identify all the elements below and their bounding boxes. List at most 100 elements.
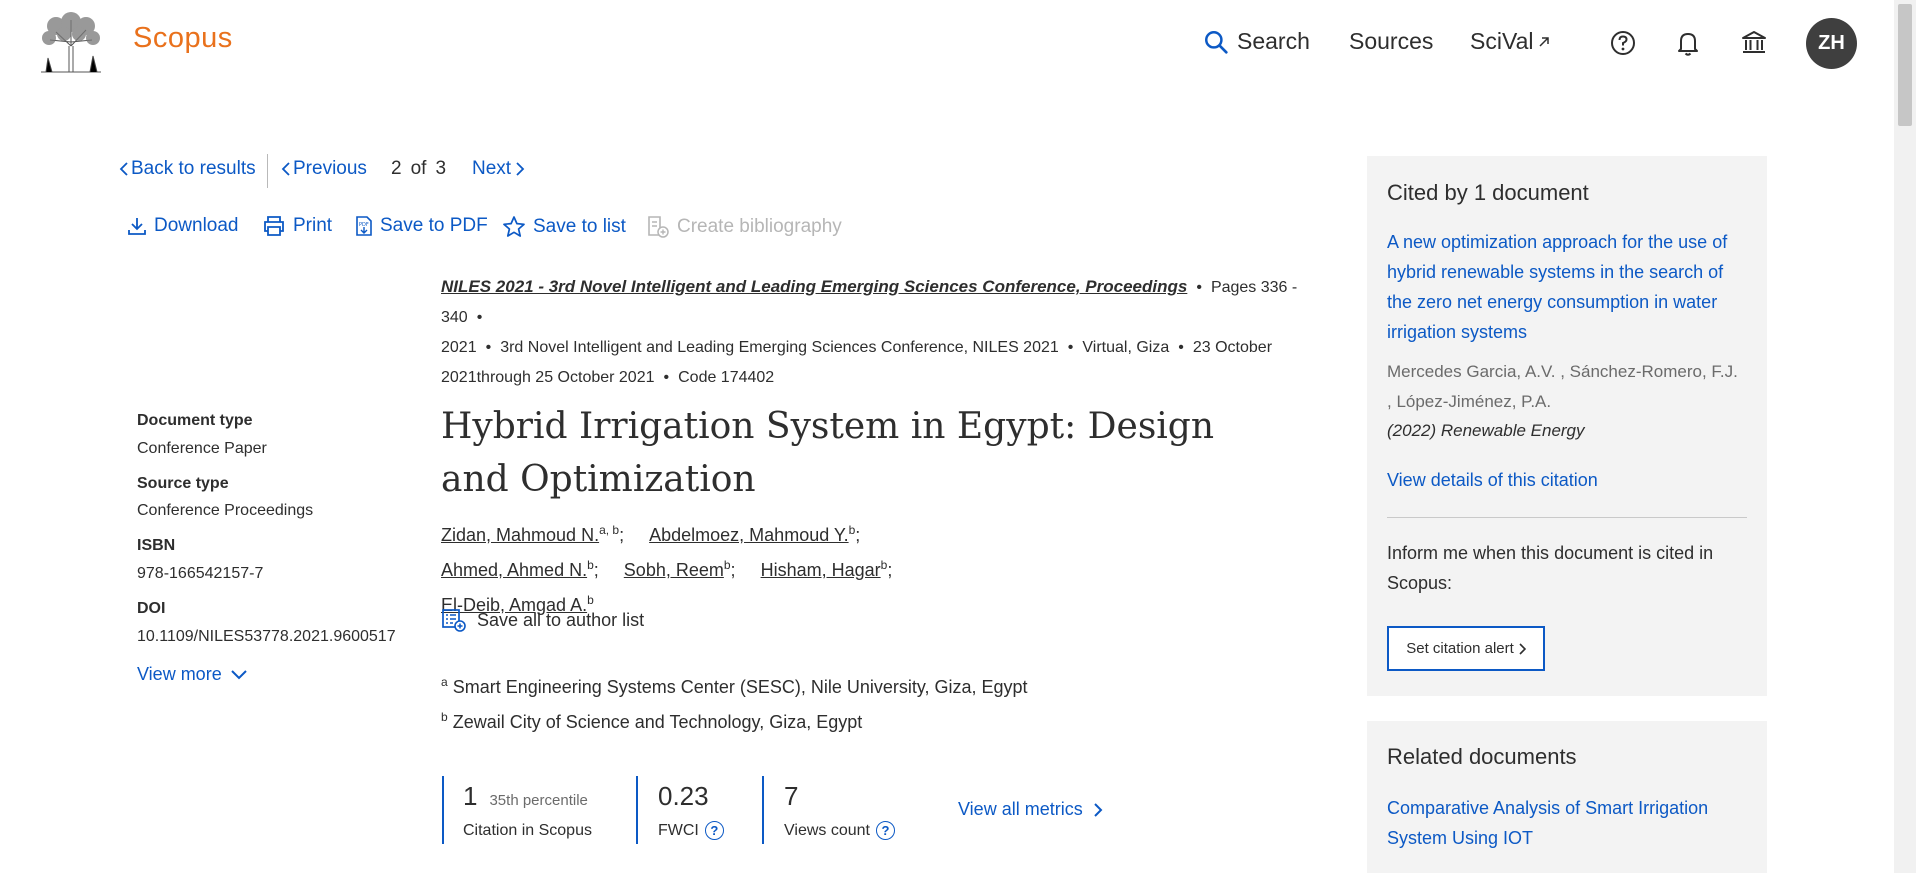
author-affiliation-sup: b xyxy=(587,593,594,607)
author-list-add-icon xyxy=(442,609,466,632)
bullet-separator: • xyxy=(1196,279,1202,296)
fwci-label: FWCI xyxy=(658,821,699,839)
chevron-right-icon xyxy=(516,162,525,176)
chevron-down-icon xyxy=(230,669,247,679)
citing-document-link[interactable]: A new optimization approach for the use … xyxy=(1387,227,1747,347)
institution-icon[interactable] xyxy=(1739,28,1769,58)
create-bibliography-button[interactable]: Create bibliography xyxy=(646,215,842,239)
metric-divider xyxy=(762,776,764,844)
download-button[interactable]: Download xyxy=(127,215,239,237)
next-link[interactable]: Next xyxy=(472,158,525,180)
author-affiliation-sup: b xyxy=(848,523,856,537)
save-to-pdf-label: Save to PDF xyxy=(380,215,488,236)
chevron-right-icon xyxy=(1519,642,1526,655)
pager-of: of xyxy=(410,158,427,179)
nav-scival-label: SciVal xyxy=(1470,28,1534,54)
view-all-metrics-link[interactable]: View all metrics xyxy=(958,799,1103,820)
print-label: Print xyxy=(293,215,333,236)
bullet-separator: • xyxy=(663,369,670,386)
affiliation-b: b Zewail City of Science and Technology,… xyxy=(441,710,862,733)
set-citation-alert-button[interactable]: Set citation alert xyxy=(1387,626,1545,671)
source-title-link[interactable]: NILES 2021 - 3rd Novel Intelligent and L… xyxy=(441,277,1187,296)
fwci-label-group: FWCI ? xyxy=(658,821,724,840)
metric-divider xyxy=(636,776,638,844)
fwci-value: 0.23 xyxy=(658,781,709,811)
previous-label: Previous xyxy=(293,158,367,179)
author-entry: Sobh, Reemb; xyxy=(623,558,736,580)
scopus-brand[interactable]: Scopus xyxy=(133,22,233,55)
printer-icon xyxy=(264,216,284,236)
affiliation-text: Smart Engineering Systems Center (SESC),… xyxy=(452,677,1028,697)
notification-bell-icon[interactable] xyxy=(1673,28,1703,58)
author-link[interactable]: Zidan, Mahmoud N. xyxy=(441,525,599,545)
source-type-value: Conference Proceedings xyxy=(137,502,314,519)
question-icon[interactable]: ? xyxy=(704,821,724,840)
save-to-pdf-button[interactable]: PDF Save to PDF xyxy=(355,215,488,237)
question-icon[interactable]: ? xyxy=(875,821,895,840)
source-code: Code 174402 xyxy=(678,369,775,386)
panel-divider xyxy=(1387,517,1747,518)
author-link[interactable]: Sobh, Reem xyxy=(624,560,724,580)
bullet-separator: • xyxy=(476,309,483,326)
author-link[interactable]: Abdelmoez, Mahmoud Y. xyxy=(649,525,848,545)
author-entry: Ahmed, Ahmed N.b; xyxy=(441,558,599,580)
view-all-metrics-label: View all metrics xyxy=(958,799,1083,819)
save-to-list-button[interactable]: Save to list xyxy=(502,215,626,239)
author-affiliation-sup: b xyxy=(880,558,888,572)
pager-total: 3 xyxy=(435,158,447,179)
document-type-label: Document type xyxy=(137,412,253,429)
bullet-separator: • xyxy=(1178,339,1184,356)
views-label-group: Views count ? xyxy=(784,821,895,840)
previous-link[interactable]: Previous xyxy=(281,158,367,180)
download-label: Download xyxy=(154,215,239,236)
related-documents-heading: Related documents xyxy=(1387,744,1577,769)
nav-scival[interactable]: SciVal xyxy=(1470,28,1551,55)
author-entry: Hisham, Hagarb; xyxy=(760,558,893,580)
document-type-value: Conference Paper xyxy=(137,440,267,457)
save-all-to-author-list-button[interactable]: Save all to author list xyxy=(441,607,644,633)
cited-by-heading: Cited by 1 document xyxy=(1387,180,1589,205)
affiliation-sup: a xyxy=(441,675,448,689)
next-label: Next xyxy=(472,158,512,179)
scrollbar-thumb[interactable] xyxy=(1898,4,1912,126)
author-list: Zidan, Mahmoud N.a, b; Abdelmoez, Mahmou… xyxy=(441,515,1141,620)
document-title: Hybrid Irrigation System in Egypt: Desig… xyxy=(441,406,1215,500)
affiliation-a: a Smart Engineering Systems Center (SESC… xyxy=(441,675,1028,698)
save-all-to-author-list-label: Save all to author list xyxy=(477,609,645,630)
back-to-results-link[interactable]: Back to results xyxy=(119,158,256,180)
save-to-list-label: Save to list xyxy=(533,216,626,237)
chevron-right-icon xyxy=(1093,802,1103,817)
source-conference: 3rd Novel Intelligent and Leading Emergi… xyxy=(500,339,1059,356)
source-type-label: Source type xyxy=(137,475,229,492)
author-link[interactable]: Ahmed, Ahmed N. xyxy=(441,560,587,580)
author-affiliation-sup: b xyxy=(587,558,594,572)
elsevier-logo-icon[interactable] xyxy=(36,12,106,74)
isbn-value: 978-166542157-7 xyxy=(137,565,264,582)
pager-current: 2 xyxy=(391,158,402,179)
search-icon xyxy=(1205,30,1228,54)
citing-document-source: (2022) Renewable Energy xyxy=(1387,421,1585,440)
view-more-label: View more xyxy=(137,664,222,684)
star-icon xyxy=(503,216,525,237)
citation-percentile: 35th percentile xyxy=(489,792,588,809)
author-affiliation-sup: a, b xyxy=(599,523,620,537)
author-link[interactable]: Hisham, Hagar xyxy=(761,560,881,580)
author-affiliation-sup: b xyxy=(723,558,731,572)
bullet-separator: • xyxy=(485,339,492,356)
download-icon xyxy=(128,218,146,235)
author-entry: Zidan, Mahmoud N.a, b; xyxy=(441,523,625,545)
help-icon[interactable] xyxy=(1608,28,1638,58)
bullet-separator: • xyxy=(1067,339,1074,356)
author-entry: Abdelmoez, Mahmoud Y.b; xyxy=(649,523,861,545)
user-avatar[interactable]: ZH xyxy=(1806,18,1857,69)
pdf-file-icon: PDF xyxy=(356,216,372,236)
view-more-link[interactable]: View more xyxy=(137,664,248,685)
related-document-link[interactable]: Comparative Analysis of Smart Irrigation… xyxy=(1387,793,1747,853)
view-citation-details-link[interactable]: View details of this citation xyxy=(1387,470,1598,491)
nav-sources[interactable]: Sources xyxy=(1349,28,1433,55)
doi-value[interactable]: 10.1109/NILES53778.2021.9600517 xyxy=(137,628,396,646)
nav-search[interactable]: Search xyxy=(1203,28,1310,55)
scrollbar-track[interactable] xyxy=(1894,0,1916,873)
print-button[interactable]: Print xyxy=(262,215,332,237)
inform-text: Inform me when this document is cited in… xyxy=(1387,543,1714,593)
